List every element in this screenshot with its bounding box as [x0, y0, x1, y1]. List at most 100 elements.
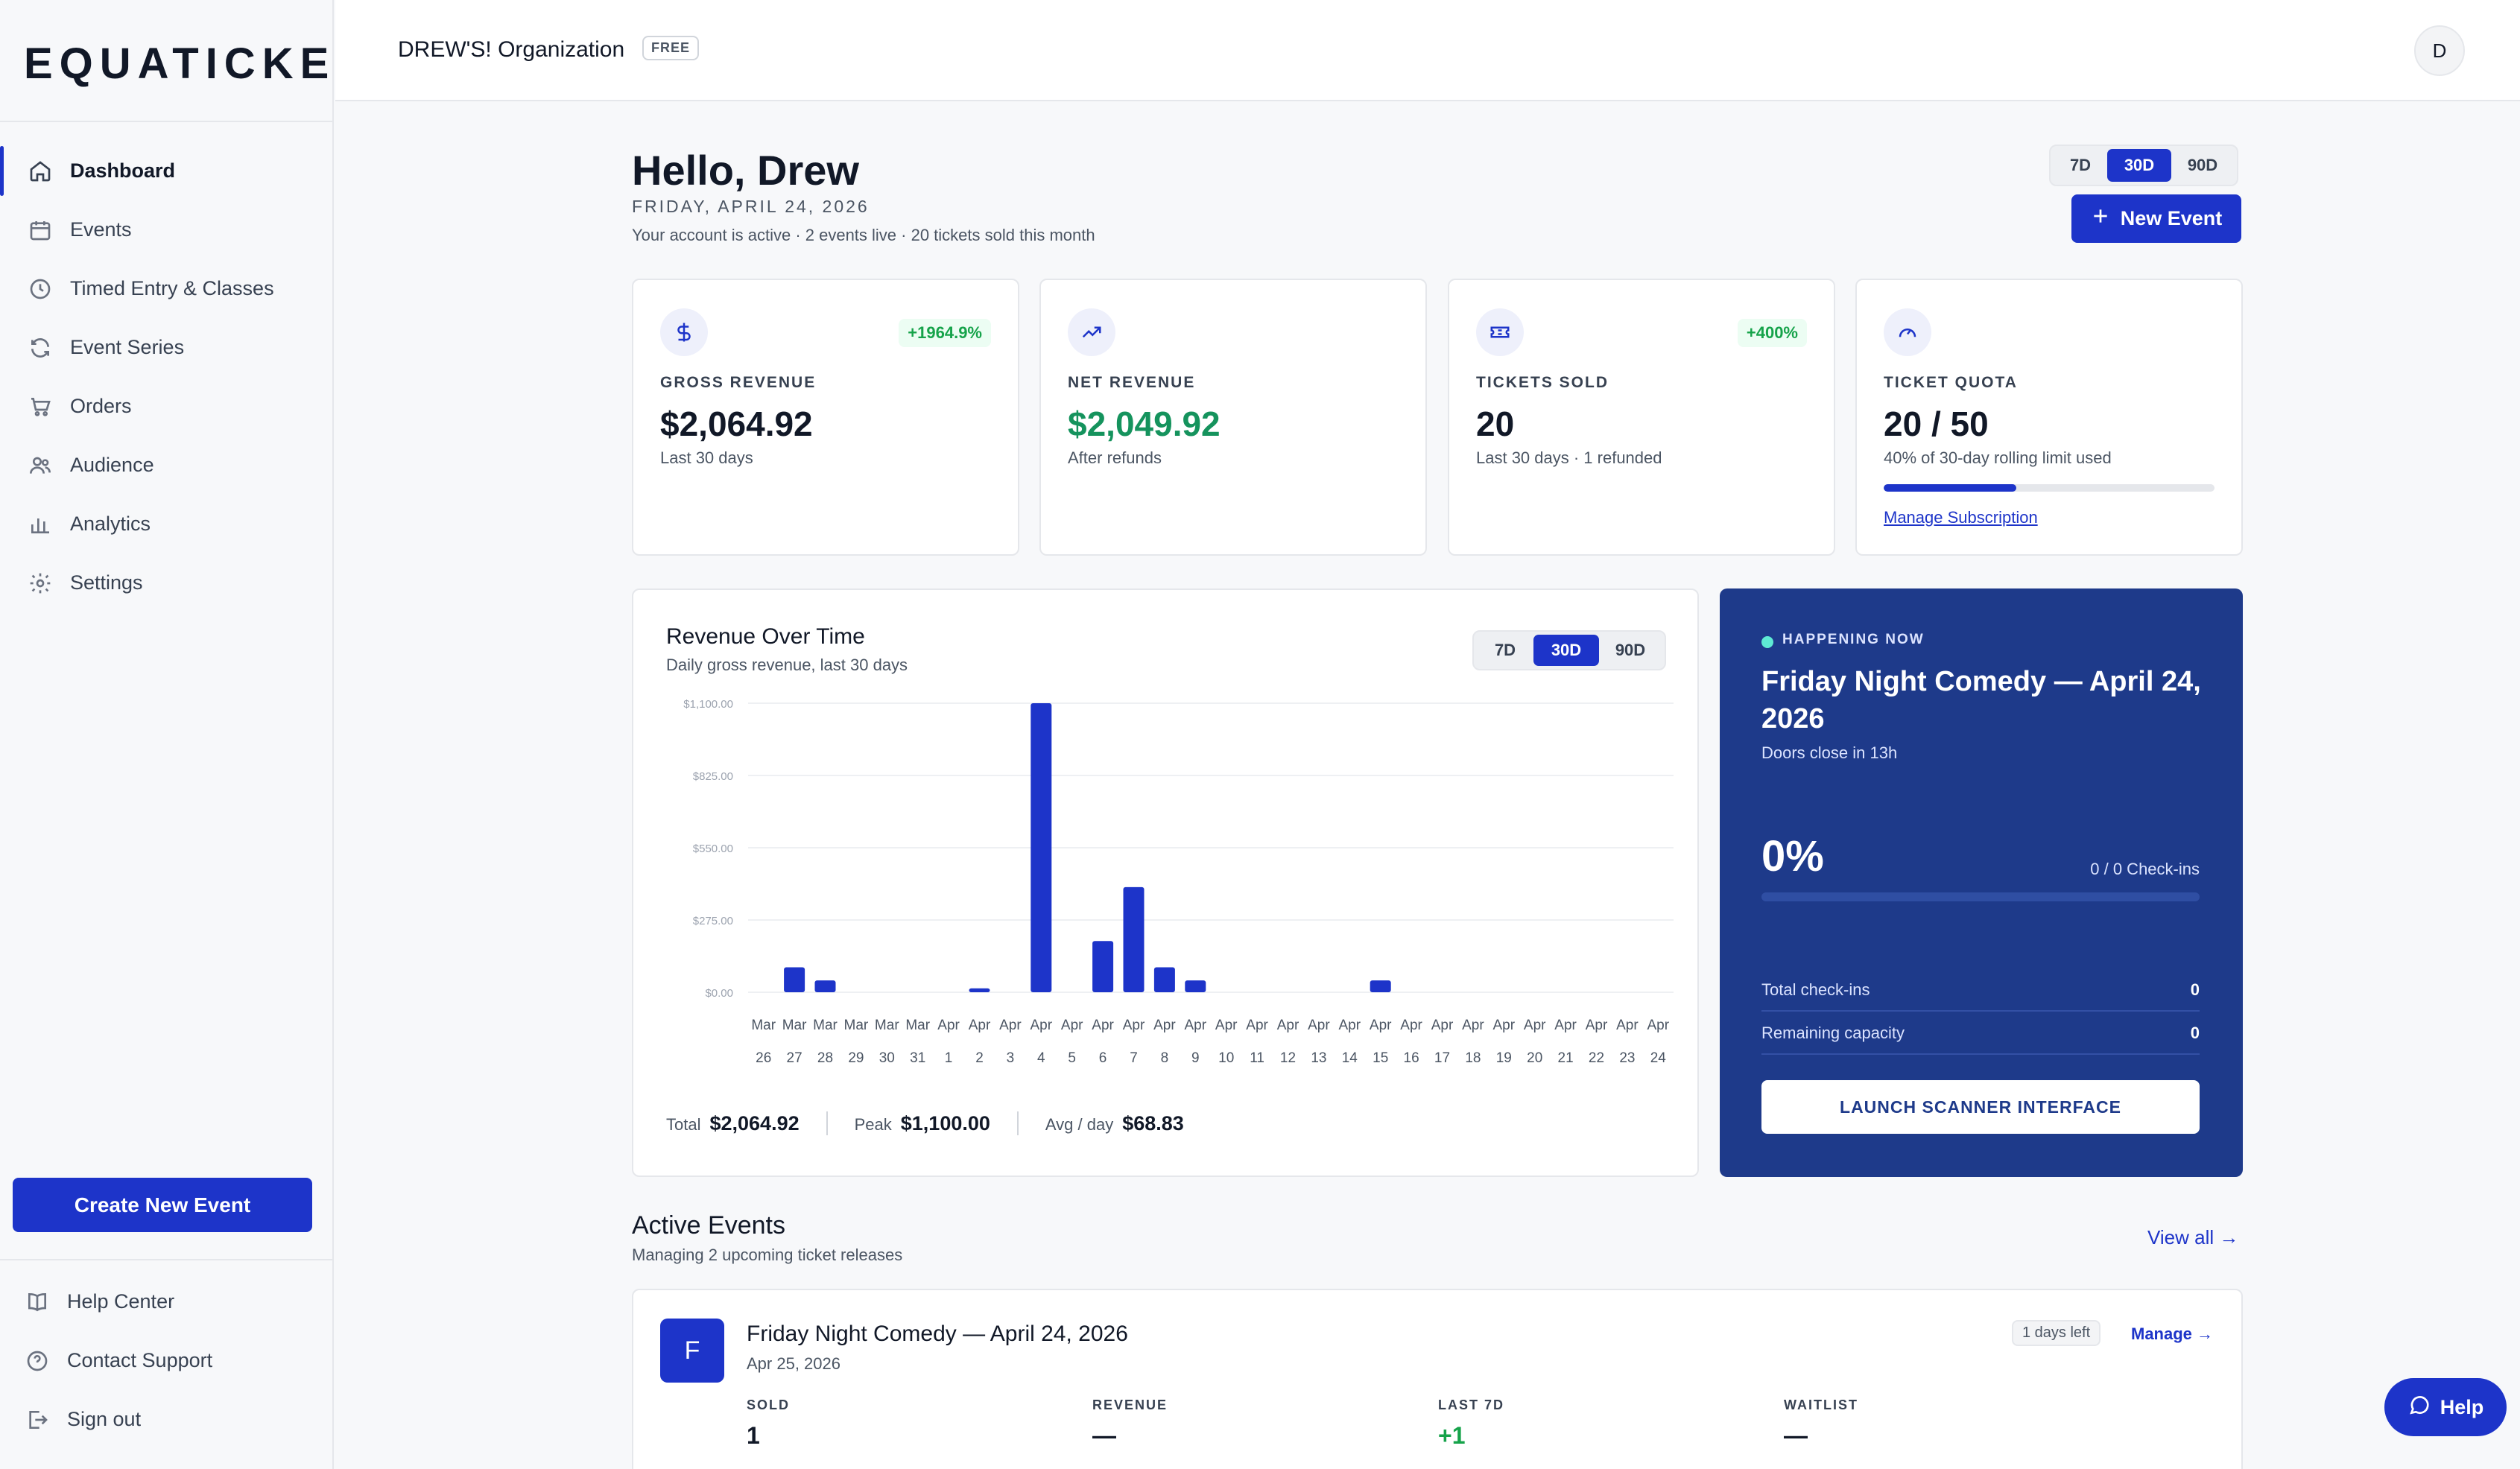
- sidebar-item-event-series[interactable]: Event Series: [0, 318, 332, 377]
- manage-subscription-link[interactable]: Manage Subscription: [1884, 508, 2038, 527]
- create-new-event-button[interactable]: Create New Event: [13, 1178, 312, 1232]
- sidebar-item-settings[interactable]: Settings: [0, 553, 332, 612]
- avatar[interactable]: D: [2414, 25, 2465, 76]
- days-left-badge: 1 days left: [2012, 1320, 2101, 1346]
- trend-up-icon: [1068, 308, 1115, 356]
- x-tick-month: Apr: [1524, 1018, 1546, 1033]
- summary-total: Total $2,064.92: [666, 1111, 800, 1135]
- x-tick-month: Apr: [1647, 1018, 1670, 1033]
- x-tick-day: 20: [1527, 1050, 1542, 1066]
- calendar-icon: [27, 217, 54, 244]
- ticket-icon: [1476, 308, 1524, 356]
- quota-progress-fill: [1884, 484, 2016, 492]
- sidebar-item-label: Sign out: [67, 1408, 142, 1430]
- dollar-icon: [660, 308, 708, 356]
- x-tick-month: Apr: [1031, 1018, 1053, 1033]
- manage-event-link[interactable]: Manage →: [2131, 1324, 2213, 1344]
- sidebar-item-label: Event Series: [70, 336, 185, 358]
- stat-card-gross-revenue: +1964.9% GROSS REVENUE $2,064.92 Last 30…: [632, 279, 1019, 556]
- x-tick-day: 22: [1589, 1050, 1604, 1066]
- x-tick-month: Apr: [1123, 1018, 1145, 1033]
- x-tick-day: 27: [787, 1050, 802, 1066]
- home-icon: [27, 158, 54, 185]
- gear-icon: [27, 570, 54, 597]
- stat-label: NET REVENUE: [1068, 374, 1196, 391]
- x-tick-month: Mar: [782, 1018, 807, 1033]
- y-tick-label: $275.00: [693, 915, 733, 927]
- range-selector: 7D 30D 90D: [2049, 145, 2238, 186]
- sidebar-item-label: Help Center: [67, 1290, 175, 1313]
- x-tick-month: Apr: [1586, 1018, 1608, 1033]
- app-logo[interactable]: EQUATICKET: [24, 39, 369, 89]
- sign-out-icon: [24, 1406, 51, 1433]
- x-tick-day: 12: [1280, 1050, 1296, 1066]
- x-tick-month: Mar: [844, 1018, 869, 1033]
- range-7d-button[interactable]: 7D: [2054, 149, 2107, 182]
- x-tick-month: Apr: [1061, 1018, 1083, 1033]
- range-90d-button[interactable]: 90D: [2171, 149, 2234, 182]
- cart-icon: [27, 393, 54, 420]
- sidebar-item-help-center[interactable]: Help Center: [0, 1272, 332, 1331]
- sidebar-bottom-nav: Help Center Contact Support Sign out: [0, 1272, 332, 1449]
- sidebar-item-timed-entry[interactable]: Timed Entry & Classes: [0, 259, 332, 318]
- sidebar-item-orders[interactable]: Orders: [0, 377, 332, 436]
- x-tick-day: 29: [848, 1050, 864, 1066]
- bar-chart-icon: [27, 511, 54, 538]
- x-tick-day: 19: [1496, 1050, 1512, 1066]
- y-tick-label: $0.00: [705, 987, 733, 1000]
- stat-sub: Last 30 days: [660, 448, 753, 467]
- event-card: F Friday Night Comedy — April 24, 2026 A…: [632, 1289, 2243, 1469]
- sidebar-item-events[interactable]: Events: [0, 200, 332, 259]
- x-tick-day: 24: [1650, 1050, 1667, 1066]
- plan-badge: FREE: [642, 36, 700, 60]
- x-tick-day: 11: [1250, 1050, 1264, 1066]
- page-title: Hello, Drew: [632, 147, 859, 194]
- metric-waitlist: WAITLIST —: [1784, 1397, 1858, 1449]
- event-date: Apr 25, 2026: [747, 1354, 840, 1373]
- sidebar-item-dashboard[interactable]: Dashboard: [0, 142, 332, 200]
- sidebar-item-audience[interactable]: Audience: [0, 436, 332, 495]
- live-indicator-dot: [1761, 636, 1773, 648]
- x-tick-day: 26: [756, 1050, 771, 1066]
- new-event-button[interactable]: New Event: [2071, 194, 2241, 243]
- chart-bar: [784, 967, 805, 992]
- happening-now-label: HAPPENING NOW: [1782, 632, 1925, 647]
- stat-sub: 40% of 30-day rolling limit used: [1884, 448, 2112, 467]
- view-all-link[interactable]: View all →: [2147, 1226, 2238, 1249]
- chat-bubble-icon: [2407, 1393, 2431, 1422]
- summary-separator: [1016, 1111, 1019, 1135]
- y-tick-label: $825.00: [693, 770, 733, 783]
- x-tick-day: 3: [1007, 1050, 1015, 1066]
- checkin-percent: 0%: [1761, 832, 1824, 881]
- checkin-count: 0 / 0 Check-ins: [2090, 860, 2200, 878]
- x-tick-month: Apr: [1400, 1018, 1422, 1033]
- x-tick-day: 17: [1434, 1050, 1450, 1066]
- delta-badge: +400%: [1737, 319, 1807, 347]
- delta-badge: +1964.9%: [899, 319, 991, 347]
- sidebar-item-sign-out[interactable]: Sign out: [0, 1390, 332, 1449]
- refresh-icon: [27, 334, 54, 361]
- x-tick-month: Apr: [1554, 1018, 1577, 1033]
- users-icon: [27, 452, 54, 479]
- chart-bar: [814, 980, 836, 992]
- stat-card-tickets-sold: +400% TICKETS SOLD 20 Last 30 days · 1 r…: [1448, 279, 1835, 556]
- organization-name[interactable]: DREW'S! Organization: [398, 37, 624, 63]
- launch-scanner-button[interactable]: LAUNCH SCANNER INTERFACE: [1761, 1080, 2200, 1134]
- x-tick-month: Apr: [1493, 1018, 1516, 1033]
- x-tick-day: 9: [1191, 1050, 1200, 1066]
- sidebar-item-analytics[interactable]: Analytics: [0, 495, 332, 553]
- stat-label: GROSS REVENUE: [660, 374, 817, 391]
- help-button[interactable]: Help: [2384, 1378, 2507, 1436]
- chart-bar: [1153, 967, 1175, 992]
- y-tick-label: $550.00: [693, 843, 733, 855]
- x-tick-day: 16: [1404, 1050, 1419, 1066]
- x-tick-month: Apr: [1616, 1018, 1639, 1033]
- x-tick-day: 2: [975, 1050, 984, 1066]
- help-circle-icon: [24, 1348, 51, 1374]
- top-header: DREW'S! Organization FREE D: [335, 0, 2520, 101]
- range-30d-button[interactable]: 30D: [2107, 149, 2171, 182]
- event-name[interactable]: Friday Night Comedy — April 24, 2026: [747, 1322, 1128, 1347]
- sidebar-item-contact-support[interactable]: Contact Support: [0, 1331, 332, 1390]
- stat-value: 20 / 50: [1884, 404, 1989, 443]
- account-status: Your account is active · 2 events live ·…: [632, 226, 1095, 244]
